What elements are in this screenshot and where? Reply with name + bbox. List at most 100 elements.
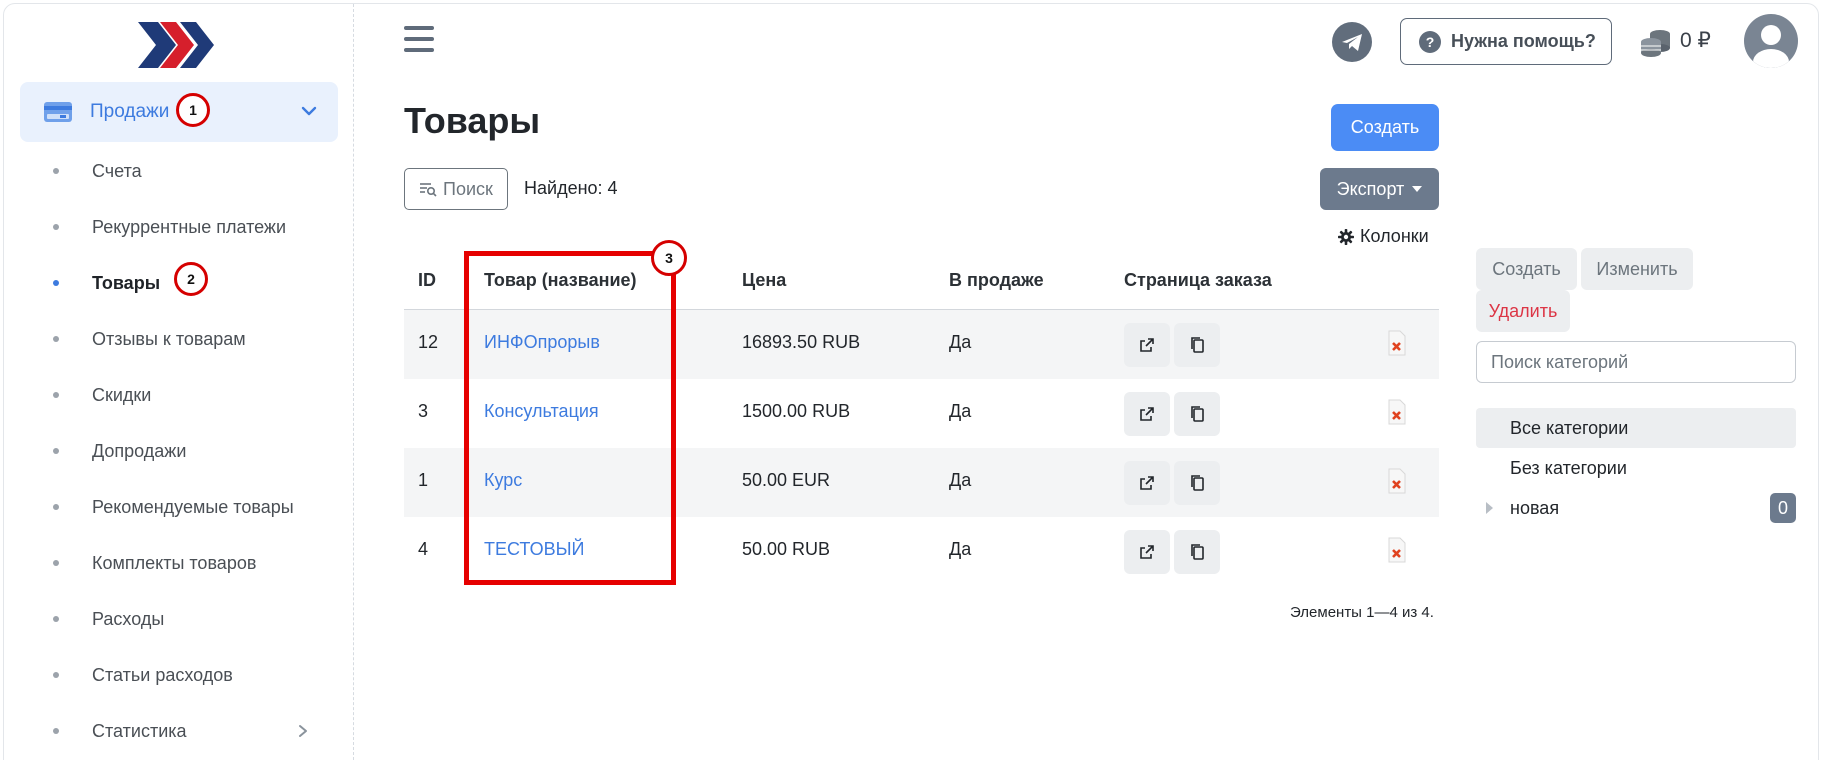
bullet-icon [53,280,59,286]
external-link-icon [1140,407,1154,421]
sidebar-item-label: Рекуррентные платежи [92,216,287,237]
sidebar-item-invoices[interactable]: Счета [4,151,334,191]
column-header-price[interactable]: Цена [742,270,786,291]
copy-icon [1191,475,1204,491]
question-icon: ? [1419,30,1441,53]
chevron-right-icon [299,725,307,737]
cell-id: 4 [418,539,429,559]
search-filter-icon [420,183,437,197]
open-order-page-button[interactable] [1124,323,1170,367]
copy-icon [1191,406,1204,422]
sidebar-item-label: Рекомендуемые товары [92,496,294,517]
cell-on-sale: Да [949,401,972,421]
sidebar-item-label: Счета [92,160,142,181]
pagination-summary: Элементы 1—4 из 4. [1290,604,1434,621]
cell-price: 1500.00 RUB [742,401,851,421]
annotation-badge-2: 2 [174,262,208,296]
sidebar-item-label: Статьи расходов [92,664,233,685]
category-item-new[interactable]: новая 0 [1476,488,1796,528]
bullet-icon [53,336,59,342]
sidebar-item-statistics[interactable]: Статистика [4,711,334,751]
category-item-none[interactable]: Без категории [1476,448,1796,488]
copy-link-button[interactable] [1174,392,1220,436]
copy-icon [1191,544,1204,560]
sidebar-item-recurring-payments[interactable]: Рекуррентные платежи [4,207,334,247]
delete-icon[interactable] [1386,537,1408,563]
credit-card-icon [44,102,72,122]
external-link-icon [1140,545,1154,559]
results-count: Найдено: 4 [524,178,618,198]
sidebar-item-recommended-products[interactable]: Рекомендуемые товары [4,487,334,527]
category-item-label: Все категории [1510,417,1629,438]
category-item-label: Без категории [1510,457,1627,478]
bullet-icon [53,504,59,510]
sidebar-item-label: Статистика [92,720,187,741]
sidebar-item-product-bundles[interactable]: Комплекты товаров [4,543,334,583]
create-button[interactable]: Создать [1331,104,1439,151]
search-button[interactable]: Поиск [404,168,508,210]
search-button-label: Поиск [443,178,493,199]
bullet-icon [53,728,59,734]
bullet-icon [53,392,59,398]
category-create-button[interactable]: Создать [1476,248,1577,290]
copy-link-button[interactable] [1174,323,1220,367]
help-button-label: Нужна помощь? [1451,31,1596,51]
column-header-order-page: Страница заказа [1124,270,1272,290]
sidebar-item-discounts[interactable]: Скидки [4,375,334,415]
columns-button-label: Колонки [1360,226,1429,246]
bullet-icon [53,168,59,174]
annotation-highlight-box [464,251,676,585]
help-button[interactable]: ? Нужна помощь? [1400,18,1612,65]
cell-price: 50.00 EUR [742,470,831,490]
page-title: Товары [404,100,541,141]
tree-expand-icon[interactable] [1486,502,1493,514]
caret-down-icon [1412,186,1423,192]
sidebar-item-label: Товары [92,272,161,293]
copy-link-button[interactable] [1174,461,1220,505]
cell-id: 12 [418,332,439,352]
coins-icon [1641,30,1670,57]
category-count-badge: 0 [1770,493,1796,523]
cell-on-sale: Да [949,539,972,559]
sidebar-item-products[interactable]: Товары [4,263,334,303]
copy-link-button[interactable] [1174,530,1220,574]
category-edit-button[interactable]: Изменить [1581,248,1693,290]
delete-icon[interactable] [1386,468,1408,494]
columns-button[interactable]: Колонки [1338,226,1429,247]
hamburger-icon[interactable] [404,26,434,52]
bullet-icon [53,672,59,678]
bullet-icon [53,448,59,454]
cell-id: 1 [418,470,429,490]
sidebar-item-sales-label: Продажи [90,101,170,122]
open-order-page-button[interactable] [1124,461,1170,505]
cell-on-sale: Да [949,332,972,352]
balance-amount: 0 ₽ [1680,29,1711,52]
sidebar-item-product-reviews[interactable]: Отзывы к товарам [4,319,334,359]
sidebar-item-label: Комплекты товаров [92,552,257,573]
column-header-id[interactable]: ID [418,270,436,291]
sidebar-item-label: Допродажи [92,440,187,461]
avatar-icon[interactable] [1744,14,1798,68]
category-delete-button[interactable]: Удалить [1476,290,1570,332]
category-search-input[interactable] [1476,341,1796,383]
logo-chevrons-icon[interactable] [136,20,216,70]
chevron-down-icon[interactable] [300,102,318,120]
gear-icon [1338,228,1354,245]
cell-price: 16893.50 RUB [742,332,861,352]
sidebar-item-expenses[interactable]: Расходы [4,599,334,639]
export-button-label: Экспорт [1336,178,1405,199]
delete-icon[interactable] [1386,399,1408,425]
sidebar-item-expense-items[interactable]: Статьи расходов [4,655,334,695]
delete-icon[interactable] [1386,330,1408,356]
sidebar-item-upsells[interactable]: Допродажи [4,431,334,471]
cell-on-sale: Да [949,470,972,490]
open-order-page-button[interactable] [1124,530,1170,574]
category-item-all[interactable]: Все категории [1476,408,1796,448]
sidebar-item-label: Скидки [92,384,152,405]
export-dropdown-button[interactable]: Экспорт [1320,168,1439,210]
cell-id: 3 [418,401,429,421]
open-order-page-button[interactable] [1124,392,1170,436]
column-header-on-sale[interactable]: В продаже [949,270,1044,291]
annotation-badge-3: 3 [651,240,687,276]
telegram-icon[interactable] [1332,22,1372,62]
